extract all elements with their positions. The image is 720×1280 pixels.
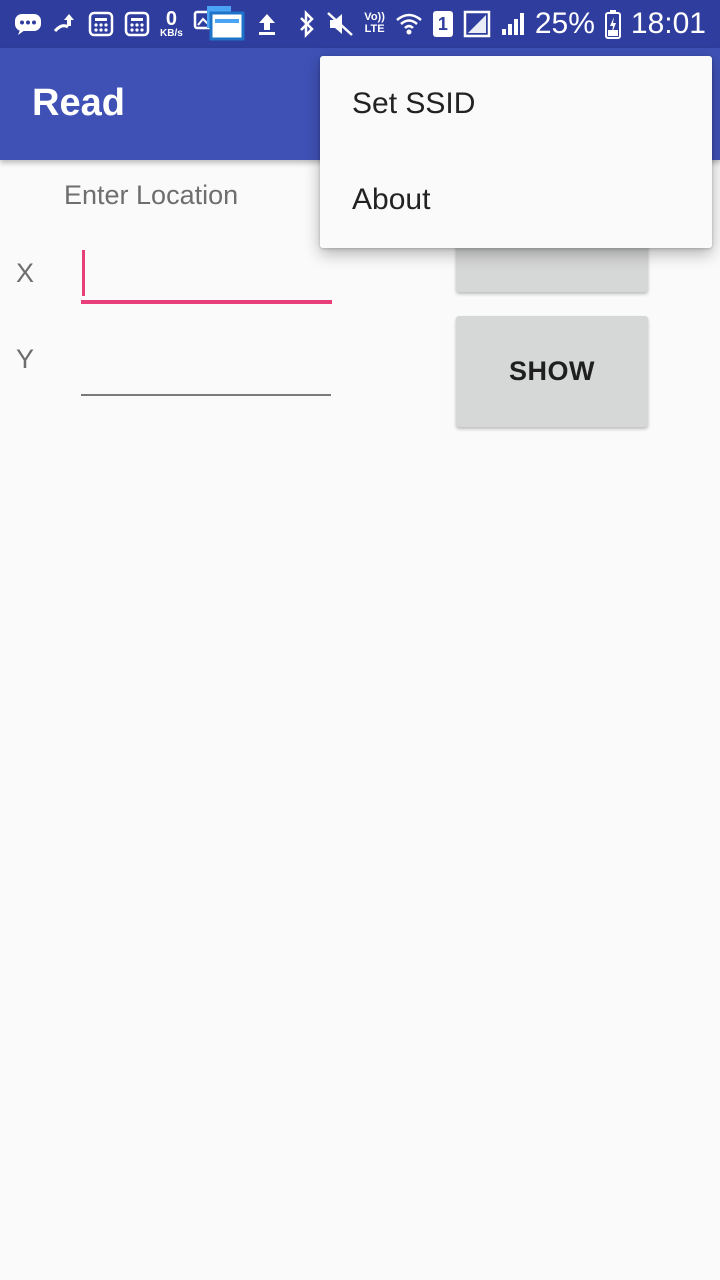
show-button[interactable]: SHOW — [456, 316, 648, 427]
menu-item-about[interactable]: About — [320, 152, 712, 248]
message-icon — [14, 12, 42, 36]
status-bar: 0 KB/s Vo)) LTE 1 25% 18:01 — [0, 0, 720, 48]
data-speed-unit: KB/s — [160, 28, 183, 39]
location-form: Enter Location X Y SHOW — [0, 160, 720, 1280]
sim-icon: 1 — [432, 11, 453, 37]
upload-icon — [255, 11, 279, 37]
data-speed-indicator: 0 KB/s — [160, 9, 183, 39]
x-input[interactable] — [81, 250, 332, 304]
y-input[interactable] — [81, 344, 331, 396]
clock: 18:01 — [630, 7, 706, 40]
status-bar-left: 0 KB/s — [14, 0, 279, 48]
text-cursor — [82, 250, 85, 296]
x-label: X — [16, 258, 35, 288]
battery-icon — [604, 9, 621, 39]
calculator-icon — [124, 11, 150, 37]
signal-icon — [463, 10, 491, 38]
battery-percent: 25% — [534, 7, 595, 40]
multi-window-icon — [193, 4, 245, 44]
overflow-menu: Set SSID About — [320, 56, 712, 248]
calculator-icon — [88, 11, 114, 37]
menu-item-set-ssid[interactable]: Set SSID — [320, 56, 712, 152]
volte-indicator: Vo)) LTE — [364, 12, 385, 35]
bluetooth-icon — [298, 10, 316, 38]
mute-icon — [326, 11, 354, 37]
data-speed-value: 0 — [165, 8, 177, 30]
signal-icon — [501, 11, 525, 37]
app-title: Read — [32, 82, 125, 124]
y-label: Y — [16, 344, 35, 374]
upload-transfer-icon — [52, 11, 78, 37]
volte-bottom-text: LTE — [364, 23, 385, 35]
form-heading: Enter Location — [64, 180, 239, 210]
wifi-icon — [395, 11, 423, 37]
status-bar-right: Vo)) LTE 1 25% 18:01 — [298, 0, 706, 48]
